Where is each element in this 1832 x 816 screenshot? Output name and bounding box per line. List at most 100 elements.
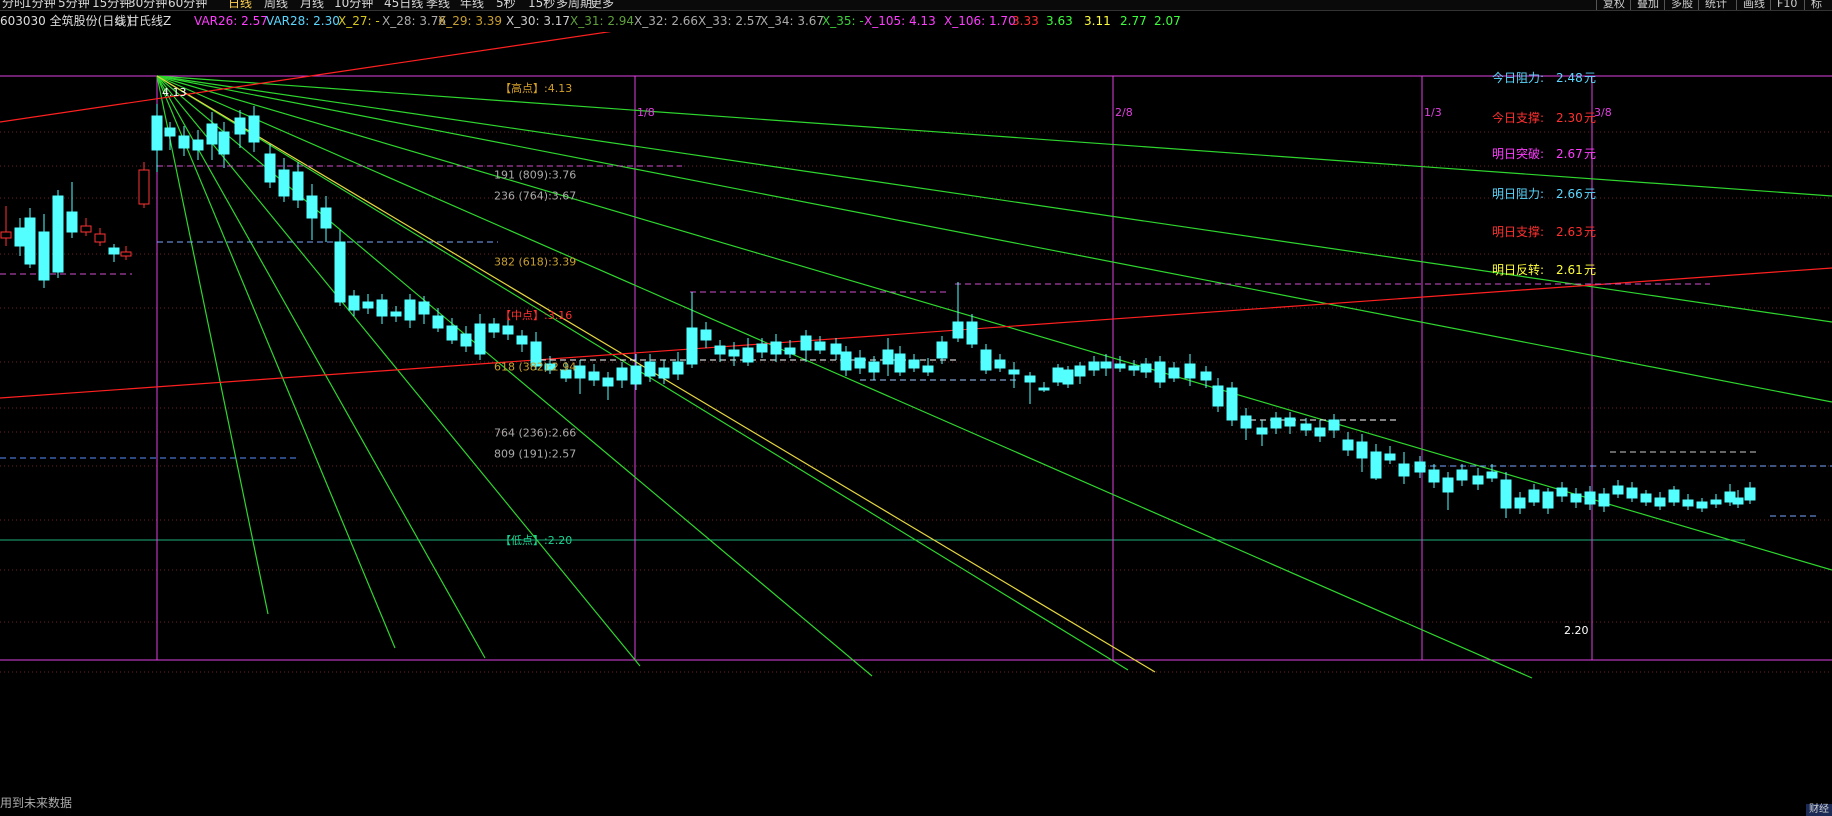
candle-body [882,349,894,365]
forecast-label: 明日支撑: [1492,224,1544,239]
candle-body [178,135,190,149]
toolbar-button-3[interactable]: 统计 [1698,0,1733,10]
candle-body [1300,423,1312,431]
toolbar-button-2[interactable]: 多股 [1664,0,1699,10]
level-label: 382 (618):3.39 [494,255,576,268]
candle-body [800,335,812,351]
period-tab-8[interactable]: 月线 [300,0,324,10]
indicator-value: VAR26: 2.57 [194,14,268,28]
period-tab-6[interactable]: 日线 [228,0,252,10]
candle-body [908,359,920,369]
candle-body [742,347,754,363]
indicator-value: X_31: 2.94 [570,14,635,28]
forecast-label: 今日阻力: [1492,70,1544,85]
candle-body [644,361,656,377]
indicator-value: X_32: 2.66 [634,14,699,28]
date-label: 3/8 [1594,106,1612,119]
status-bar: 用到未来数据 财经 [0,790,1832,816]
period-tab-3[interactable]: 15分钟 [92,0,131,10]
period-tab-16[interactable]: 更多 [590,0,614,10]
forecast-unit: 元 [1584,147,1596,161]
candle-body [80,225,92,233]
forecast-label: 明日反转: [1492,262,1544,277]
status-text: 用到未来数据 [0,796,73,810]
candle-body [672,361,684,375]
candle-body [1100,361,1112,369]
indicator-name[interactable]: 甘氏线Z [127,11,171,31]
indicator-value: X_106: 1.70 [944,14,1016,28]
gear-icon[interactable]: ⚙ [114,11,125,31]
candle-body [784,347,796,355]
candle-body [38,231,50,281]
period-tab-15[interactable]: 多周期 [556,0,592,10]
indicator-value: VAR28: 2.30 [266,14,340,28]
period-tab-1[interactable]: 1分钟 [24,0,56,10]
period-tab-11[interactable]: 季线 [426,0,450,10]
candle-body [830,343,842,355]
period-tab-0[interactable]: 分时 [2,0,26,10]
candle-body [936,341,948,359]
candle-body [1640,493,1652,503]
candle-body [1184,363,1196,379]
period-tab-10[interactable]: 45日线 [384,0,423,10]
candle-body [292,171,304,201]
candle-body [108,247,120,255]
period-tab-9[interactable]: 10分钟 [334,0,373,10]
candle-body [922,365,934,373]
toolbar-button-4[interactable]: 画线 [1736,0,1771,10]
candle-body [1626,487,1638,499]
candle-body [1240,415,1252,429]
candle-body [1668,489,1680,503]
indicator-value: X_105: 4.13 [864,14,936,28]
toolbar-button-1[interactable]: 叠加 [1630,0,1665,10]
forecast-value: 2.48 [1556,71,1583,85]
candle-body [770,341,782,355]
forecast-value: 2.63 [1556,225,1583,239]
forecast-value: 2.67 [1556,147,1583,161]
candle-body [264,153,276,183]
level-label: 809 (191):2.57 [494,447,576,460]
candle-body [1542,491,1554,509]
candle-body [348,295,360,311]
support-resistance-dashes [0,165,1832,517]
kline-chart[interactable]: 【高点】:4.13 191 (809):3.76 236 (764):3.67 382… [0,32,1832,788]
period-toolbar: 分时 1分钟 5分钟 15分钟 30分钟 60分钟 日线 周线 月线 10分钟 45日线 季线 年线 5秒… [0,0,1832,11]
period-tab-4[interactable]: 30分钟 [128,0,167,10]
candle-body [1200,371,1212,381]
candle-body [0,231,12,239]
candle-body [1370,451,1382,479]
period-tab-14[interactable]: 15秒 [528,0,555,10]
candle-body [1270,417,1282,429]
level-label: 191 (809):3.76 [494,169,576,182]
toolbar-button-6[interactable]: 标 [1804,0,1828,10]
candle-body [1052,367,1064,383]
level-label: 【低点】:2.20 [500,534,572,547]
candle-body [1062,369,1074,385]
period-tab-5[interactable]: 60分钟 [168,0,207,10]
stock-title[interactable]: 603030 全筑股份(日线) [0,11,131,31]
candle-body [218,131,230,155]
candle-body [1154,361,1166,383]
candle-body [502,325,514,335]
toolbar-button-5[interactable]: F10 [1770,0,1803,10]
candle-body [980,349,992,371]
level-label: 【高点】:4.13 [500,81,572,95]
period-tab-7[interactable]: 周线 [264,0,288,10]
candle-body [1710,499,1722,505]
candle-body [1088,361,1100,371]
candle-body [234,117,246,135]
candle-body [306,195,318,219]
corner-tab[interactable]: 财经 [1806,804,1832,816]
period-tab-13[interactable]: 5秒 [496,0,516,10]
candle-body [14,227,26,247]
period-tab-12[interactable]: 年线 [460,0,484,10]
candle-body [1696,501,1708,509]
candle-body [1212,385,1224,407]
candle-body [120,251,132,257]
candle-body [868,361,880,373]
candle-body [1114,363,1126,369]
candle-body [278,169,290,197]
toolbar-button-0[interactable]: 复权 [1596,0,1631,10]
period-tab-2[interactable]: 5分钟 [58,0,90,10]
candle-body [994,359,1006,369]
